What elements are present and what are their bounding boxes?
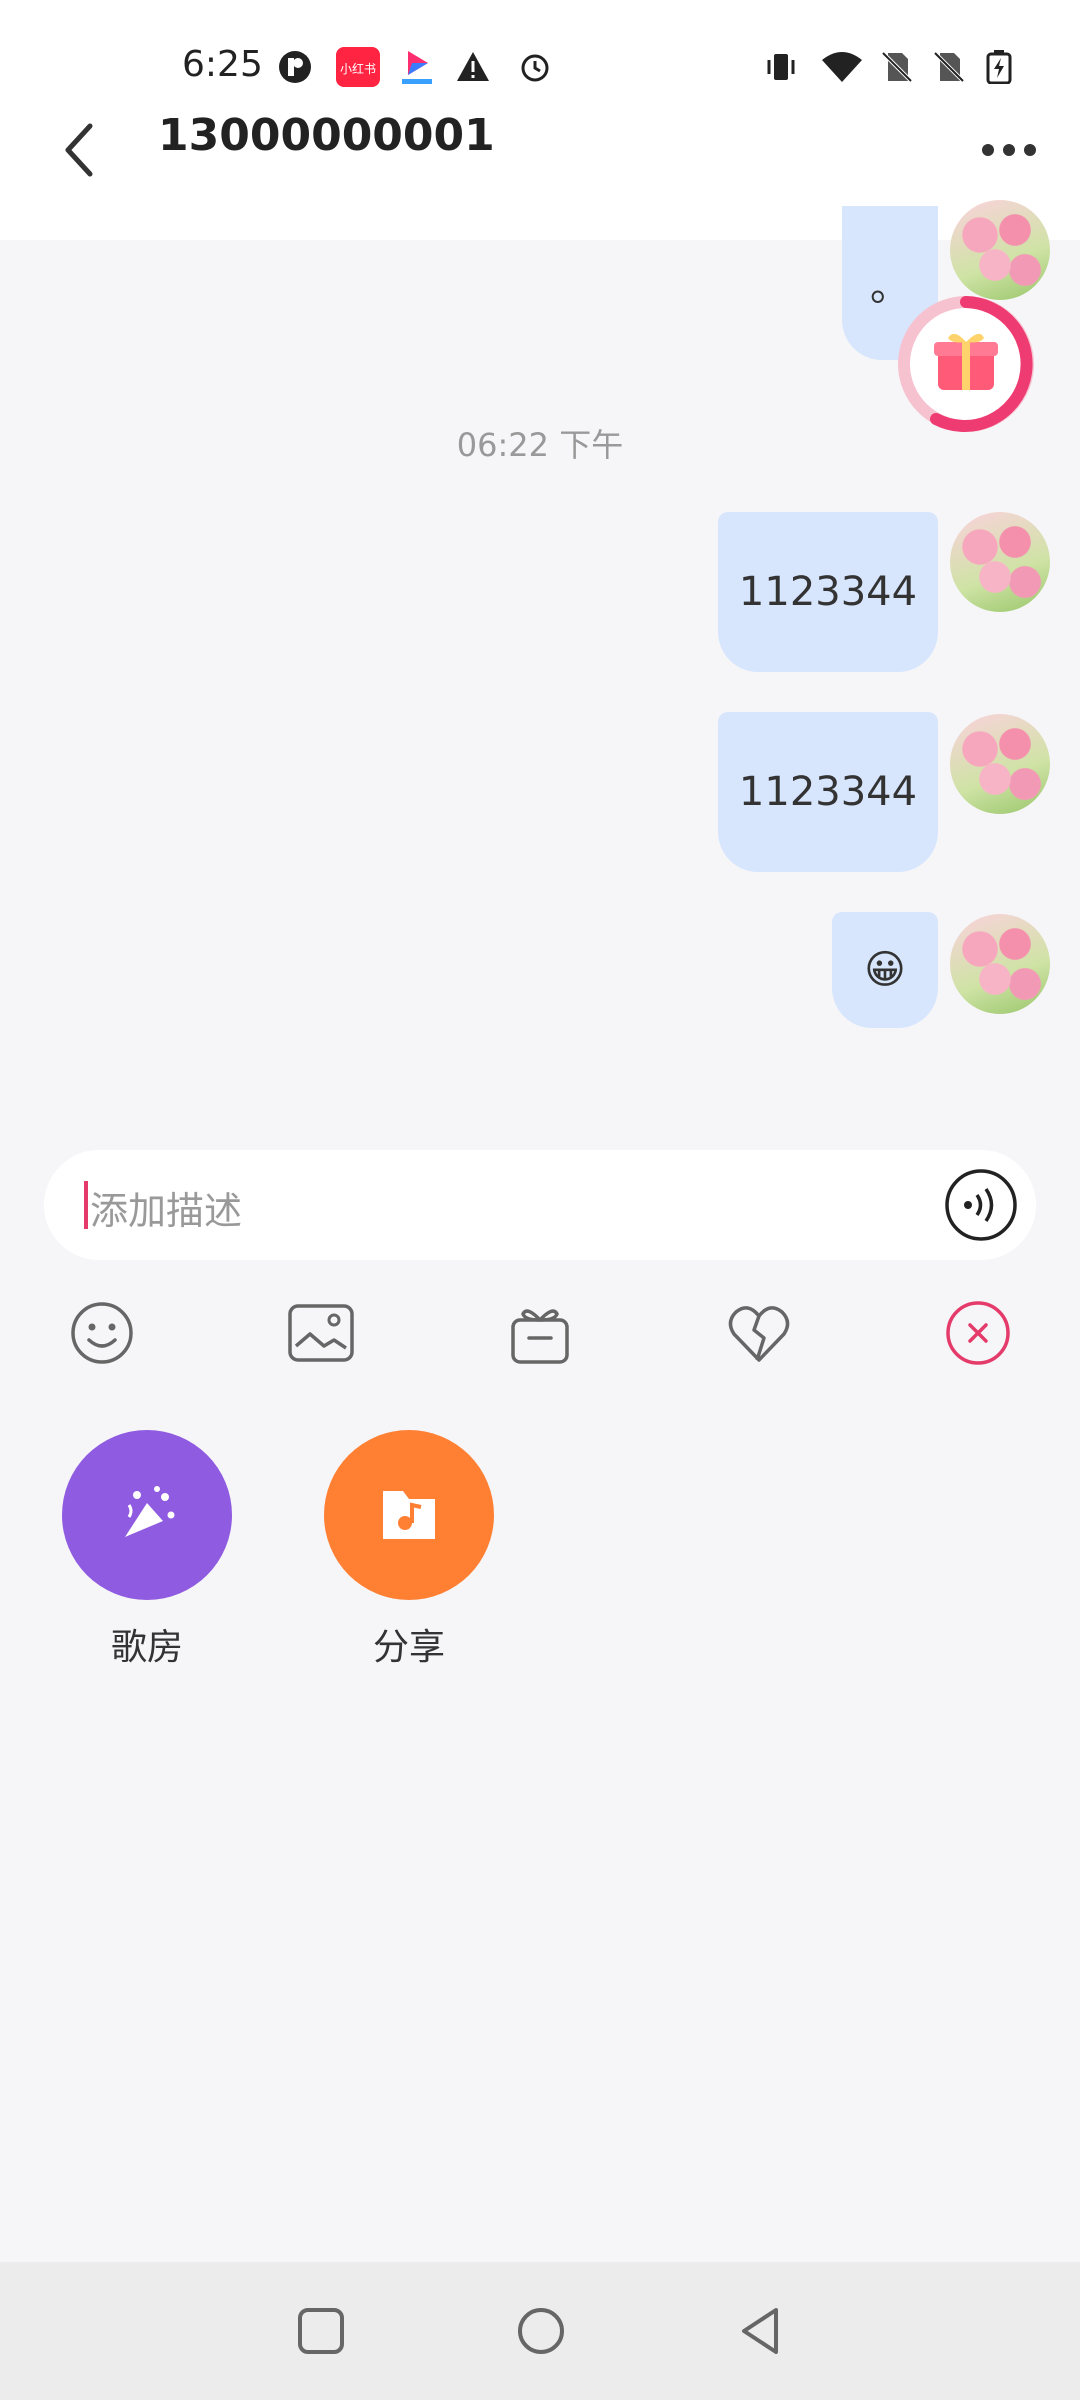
back-triangle-icon[interactable] <box>734 2304 788 2358</box>
svg-text:小红书: 小红书 <box>340 61 376 76</box>
karaoke-button[interactable] <box>62 1430 232 1600</box>
alarm-icon <box>521 54 549 82</box>
message-bubble[interactable]: 1123344 <box>718 512 938 672</box>
pocket-icon <box>279 51 311 83</box>
avatar[interactable] <box>950 512 1050 612</box>
message-bubble[interactable]: 😀 <box>832 912 938 1028</box>
message-text: 1123344 <box>738 569 918 615</box>
emoji-icon[interactable] <box>67 1298 137 1368</box>
battery-charging-icon <box>986 50 1012 84</box>
back-arrow-icon[interactable] <box>54 110 114 190</box>
no-sim-icon <box>933 51 965 83</box>
video-app-icon <box>402 51 432 84</box>
vibrate-icon <box>767 54 795 80</box>
recents-square-icon[interactable] <box>294 2304 348 2358</box>
heart-broken-icon[interactable] <box>724 1298 794 1368</box>
avatar[interactable] <box>950 914 1050 1014</box>
feature-label: 分享 <box>372 1627 445 1668</box>
avatar[interactable] <box>950 714 1050 814</box>
gift-icon[interactable] <box>505 1298 575 1368</box>
wifi-icon <box>822 52 862 82</box>
xiaohongshu-icon: 小红书 <box>336 47 380 87</box>
home-circle-icon[interactable] <box>514 2304 568 2358</box>
feature-share[interactable]: 分享 <box>324 1430 494 1670</box>
voice-wave-icon[interactable] <box>944 1168 1018 1242</box>
chat-toolbar <box>0 1298 1080 1378</box>
feature-karaoke[interactable]: 歌房 <box>62 1430 232 1670</box>
more-dots-icon[interactable] <box>974 112 1044 172</box>
text-cursor <box>84 1181 88 1229</box>
input-placeholder: 添加描述 <box>90 1189 243 1233</box>
message-input[interactable]: 添加描述 <box>44 1150 1036 1260</box>
avatar[interactable] <box>950 200 1050 300</box>
message-text: 😀 <box>864 947 906 993</box>
gift-floating-button[interactable] <box>896 294 1036 434</box>
karaoke-icon <box>125 1486 175 1537</box>
status-time: 6:25 <box>182 44 263 85</box>
image-icon[interactable] <box>286 1298 356 1368</box>
warning-icon <box>457 52 489 81</box>
close-circle-icon[interactable] <box>943 1298 1013 1368</box>
music-folder-icon <box>383 1491 435 1539</box>
system-nav-bar <box>0 2262 1080 2400</box>
share-button[interactable] <box>324 1430 494 1600</box>
chat-title: 13000000001 <box>158 110 495 161</box>
message-bubble[interactable]: 1123344 <box>718 712 938 872</box>
feature-label: 歌房 <box>110 1627 183 1668</box>
no-sim-icon <box>881 51 913 83</box>
message-timestamp: 06:22 下午 <box>456 426 624 464</box>
message-text: 1123344 <box>738 769 918 815</box>
